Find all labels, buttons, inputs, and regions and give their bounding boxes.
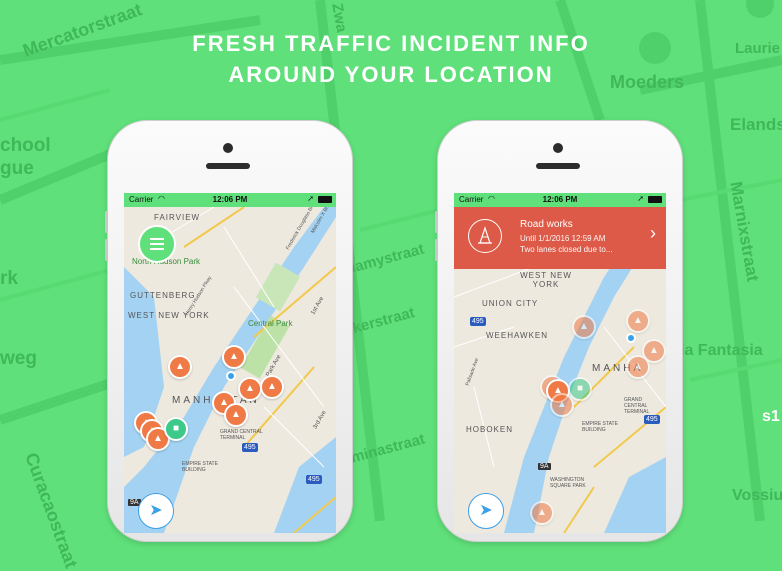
- map-label-central-park: Central Park: [248, 319, 293, 328]
- earpiece-speaker: [536, 163, 580, 169]
- status-bar: Carrier ◠ 12:06 PM ➚: [454, 193, 666, 207]
- incident-marker[interactable]: ▲: [224, 403, 248, 427]
- earpiece-speaker: [206, 163, 250, 169]
- traffic-cone-icon: [478, 226, 492, 244]
- bg-label-vossius: Vossiu: [732, 487, 782, 504]
- highway-shield-495b: 495: [306, 475, 322, 484]
- battery-icon: [318, 196, 332, 203]
- poi-dot[interactable]: [626, 333, 636, 343]
- battery-icon: [648, 196, 662, 203]
- bg-label-school: chool: [0, 135, 51, 156]
- menu-icon-bar: [150, 248, 164, 250]
- incident-marker[interactable]: ▲: [238, 377, 262, 401]
- chevron-right-icon: ›: [650, 223, 656, 243]
- headline: FRESH TRAFFIC INCIDENT INFO AROUND YOUR …: [0, 28, 782, 90]
- highway-shield-495b: 495: [644, 415, 660, 424]
- locate-me-button[interactable]: ➤: [468, 493, 504, 529]
- map-label-west-new-york: WEST NEW YORK: [520, 271, 572, 289]
- incident-marker[interactable]: ▲: [222, 345, 246, 369]
- phone-screen: Carrier ◠ 12:06 PM ➚: [124, 193, 336, 533]
- bg-label-s1: s1: [762, 408, 780, 425]
- map-label-grand-central: GRAND CENTRAL TERMINAL: [624, 397, 650, 415]
- bg-label-fantasia: ia Fantasia: [680, 342, 763, 359]
- map-label-grand-central: GRAND CENTRAL TERMINAL: [220, 429, 263, 441]
- map-label-weehawken: WEEHAWKEN: [486, 331, 549, 340]
- bg-label-gue: gue: [0, 158, 34, 179]
- bg-label-weg: weg: [0, 348, 37, 369]
- locate-me-button[interactable]: ➤: [138, 493, 174, 529]
- incident-until: Until 1/1/2016 12:59 AM: [520, 234, 606, 243]
- front-camera: [553, 143, 563, 153]
- map-label-empire-state: EMPIRE STATE BUILDING: [582, 421, 618, 433]
- map-label-west-new-york: WEST NEW YORK: [128, 311, 210, 320]
- menu-icon-bar: [150, 243, 164, 245]
- map-label-fairview: FAIRVIEW: [154, 213, 201, 222]
- map-label-guttenberg: GUTTENBERG: [130, 291, 196, 300]
- status-time: 12:06 PM: [212, 195, 248, 204]
- volume-button: [105, 211, 108, 233]
- bg-label-rk: rk: [0, 268, 18, 289]
- route-badge-9a: 9A: [538, 463, 551, 470]
- headline-line-2: AROUND YOUR LOCATION: [228, 62, 554, 87]
- status-time: 12:06 PM: [542, 195, 578, 204]
- road-works-icon: [468, 219, 502, 253]
- incident-description: Two lanes closed due to...: [520, 245, 613, 254]
- map-label-empire-state: EMPIRE STATE BUILDING: [182, 461, 218, 473]
- front-camera: [223, 143, 233, 153]
- incident-marker[interactable]: ▲: [626, 309, 650, 333]
- bg-label-elands: Elands: [730, 115, 782, 134]
- phone-screen: Carrier ◠ 12:06 PM ➚: [454, 193, 666, 533]
- location-arrow-icon: ➚: [637, 194, 644, 203]
- headline-line-1: FRESH TRAFFIC INCIDENT INFO: [192, 31, 590, 56]
- volume-button: [105, 239, 108, 261]
- camera-marker[interactable]: ■: [164, 417, 188, 441]
- incident-marker[interactable]: ▲: [572, 315, 596, 339]
- location-arrow-icon: ➚: [307, 194, 314, 203]
- menu-button[interactable]: [138, 225, 176, 263]
- incident-marker[interactable]: ▲: [626, 355, 650, 379]
- incident-banner[interactable]: Road works Until 1/1/2016 12:59 AM Two l…: [454, 207, 666, 269]
- incident-marker[interactable]: ▲: [168, 355, 192, 379]
- highway-shield-495: 495: [242, 443, 258, 452]
- incident-title: Road works: [520, 219, 573, 230]
- phone-left: Carrier ◠ 12:06 PM ➚ FAIRVIEW North Huds…: [105, 120, 353, 542]
- incident-marker[interactable]: ▲: [550, 393, 574, 417]
- map-label-washington-square: WASHINGTON SQUARE PARK: [550, 477, 586, 489]
- volume-button: [435, 211, 438, 233]
- incident-marker[interactable]: ▲: [530, 501, 554, 525]
- menu-icon-bar: [150, 238, 164, 240]
- highway-shield-495: 495: [470, 317, 486, 326]
- incident-marker[interactable]: ▲: [260, 375, 284, 399]
- volume-button: [435, 239, 438, 261]
- status-bar: Carrier ◠ 12:06 PM ➚: [124, 193, 336, 207]
- poi-dot[interactable]: [226, 371, 236, 381]
- phone-right: Carrier ◠ 12:06 PM ➚ Road works Until 1/…: [435, 120, 683, 542]
- map-label-union-city: UNION CITY: [482, 299, 539, 308]
- map-label-hoboken: HOBOKEN: [466, 425, 514, 434]
